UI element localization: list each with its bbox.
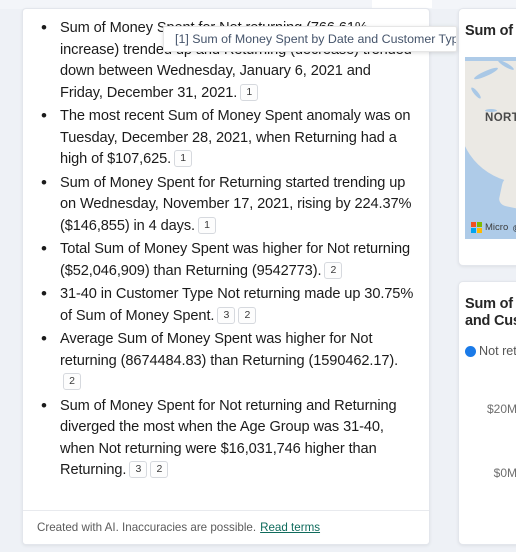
map-card-title: Sum of M <box>465 23 516 39</box>
ai-disclaimer: Created with AI. Inaccuracies are possib… <box>37 521 257 534</box>
map-visual-card[interactable]: Sum of M NORTH Micro ©2 <box>458 8 516 266</box>
insight-text: The most recent Sum of Money Spent anoma… <box>60 108 411 167</box>
list-item: Sum of Money Spent for Returning started… <box>37 172 415 238</box>
insight-text: Sum of Money Spent for Not returning and… <box>60 397 397 479</box>
citation-badge[interactable]: 2 <box>63 373 81 390</box>
y-axis-tick-label: $0M <box>493 466 516 480</box>
panel-footer: Created with AI. Inaccuracies are possib… <box>23 510 429 544</box>
citation-badge[interactable]: 3 <box>217 306 236 324</box>
legend-label: Not ret <box>479 344 516 358</box>
list-item: Average Sum of Money Spent was higher fo… <box>37 328 415 394</box>
map-region-label: NORTH <box>485 112 516 124</box>
chart-plot-area: $20M $0M 2 <box>459 378 516 508</box>
citation-badge[interactable]: 2 <box>238 306 257 324</box>
map-credit-text: Micro <box>485 222 509 233</box>
list-item: 31-40 in Customer Type Not returning mad… <box>37 283 415 327</box>
list-item: The most recent Sum of Money Spent anoma… <box>37 105 415 171</box>
insight-text: 31-40 in Customer Type Not returning mad… <box>60 286 414 324</box>
visual-reference-tooltip: [1] Sum of Money Spent by Date and Custo… <box>163 26 457 52</box>
citation-badge[interactable]: 2 <box>150 461 169 478</box>
chart-legend[interactable]: Not ret <box>465 344 516 358</box>
list-item: Sum of Money Spent for Not returning and… <box>37 395 415 482</box>
citation-badge[interactable]: 2 <box>324 261 343 279</box>
chart-card-title-line1: Sum of I <box>465 296 516 312</box>
map-canvas[interactable]: NORTH Micro ©2 <box>465 57 516 239</box>
citation-badge[interactable]: 1 <box>240 83 259 101</box>
citation-badge[interactable]: 3 <box>129 461 148 478</box>
citation-badge[interactable]: 1 <box>198 216 217 234</box>
line-chart-card[interactable]: Sum of I and Cust Not ret $20M $0M 2 <box>458 281 516 545</box>
insight-text: Average Sum of Money Spent was higher fo… <box>60 331 399 369</box>
window-top-strip-highlight <box>372 0 432 8</box>
y-axis-tick-label: $20M <box>486 402 516 416</box>
read-terms-link[interactable]: Read terms <box>260 521 320 534</box>
microsoft-logo-icon <box>471 222 482 233</box>
map-attribution: Micro <box>471 222 508 233</box>
list-item: Total Sum of Money Spent was higher for … <box>37 238 415 282</box>
insight-list: Sum of Money Spent for Not returning (76… <box>23 9 429 482</box>
legend-swatch-icon <box>465 345 476 357</box>
chart-card-title-line2: and Cust <box>465 313 516 329</box>
tooltip-label: [1] Sum of Money Spent by Date and Custo… <box>175 32 457 46</box>
insight-text: Total Sum of Money Spent was higher for … <box>60 241 410 279</box>
insight-text: Sum of Money Spent for Returning started… <box>60 174 412 234</box>
insights-panel: Sum of Money Spent for Not returning (76… <box>22 8 430 545</box>
citation-badge[interactable]: 1 <box>174 150 193 167</box>
